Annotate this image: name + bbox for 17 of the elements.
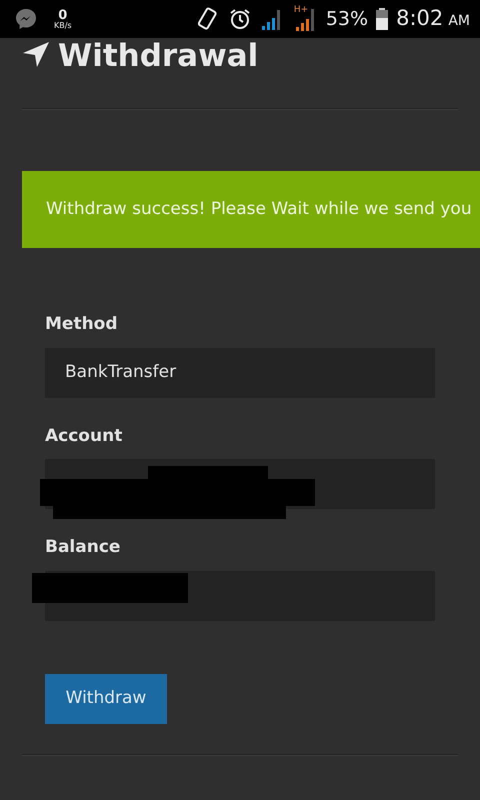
- network-type: H+: [294, 4, 308, 17]
- field-label: Account: [45, 424, 124, 448]
- clock-meridiem: AM: [448, 13, 470, 30]
- battery-percent: 53%: [326, 6, 368, 32]
- success-alert: Withdraw success! Please Wait while we send you: [22, 171, 480, 248]
- clock-time: 8:02: [396, 6, 444, 30]
- alarm-icon: [228, 7, 252, 31]
- battery-icon: [376, 8, 388, 30]
- data-speed: 0: [58, 8, 68, 22]
- input-field[interactable]: BankTransfer: [45, 348, 435, 398]
- field-label: Method: [45, 313, 119, 336]
- page-title: Withdrawal: [58, 40, 258, 72]
- navigation-arrow-icon: [22, 41, 50, 69]
- field-label: Balance: [45, 536, 122, 559]
- speed-unit: KB/s: [54, 22, 72, 30]
- withdraw-button[interactable]: Withdraw: [45, 674, 167, 724]
- messenger-icon: [14, 7, 38, 31]
